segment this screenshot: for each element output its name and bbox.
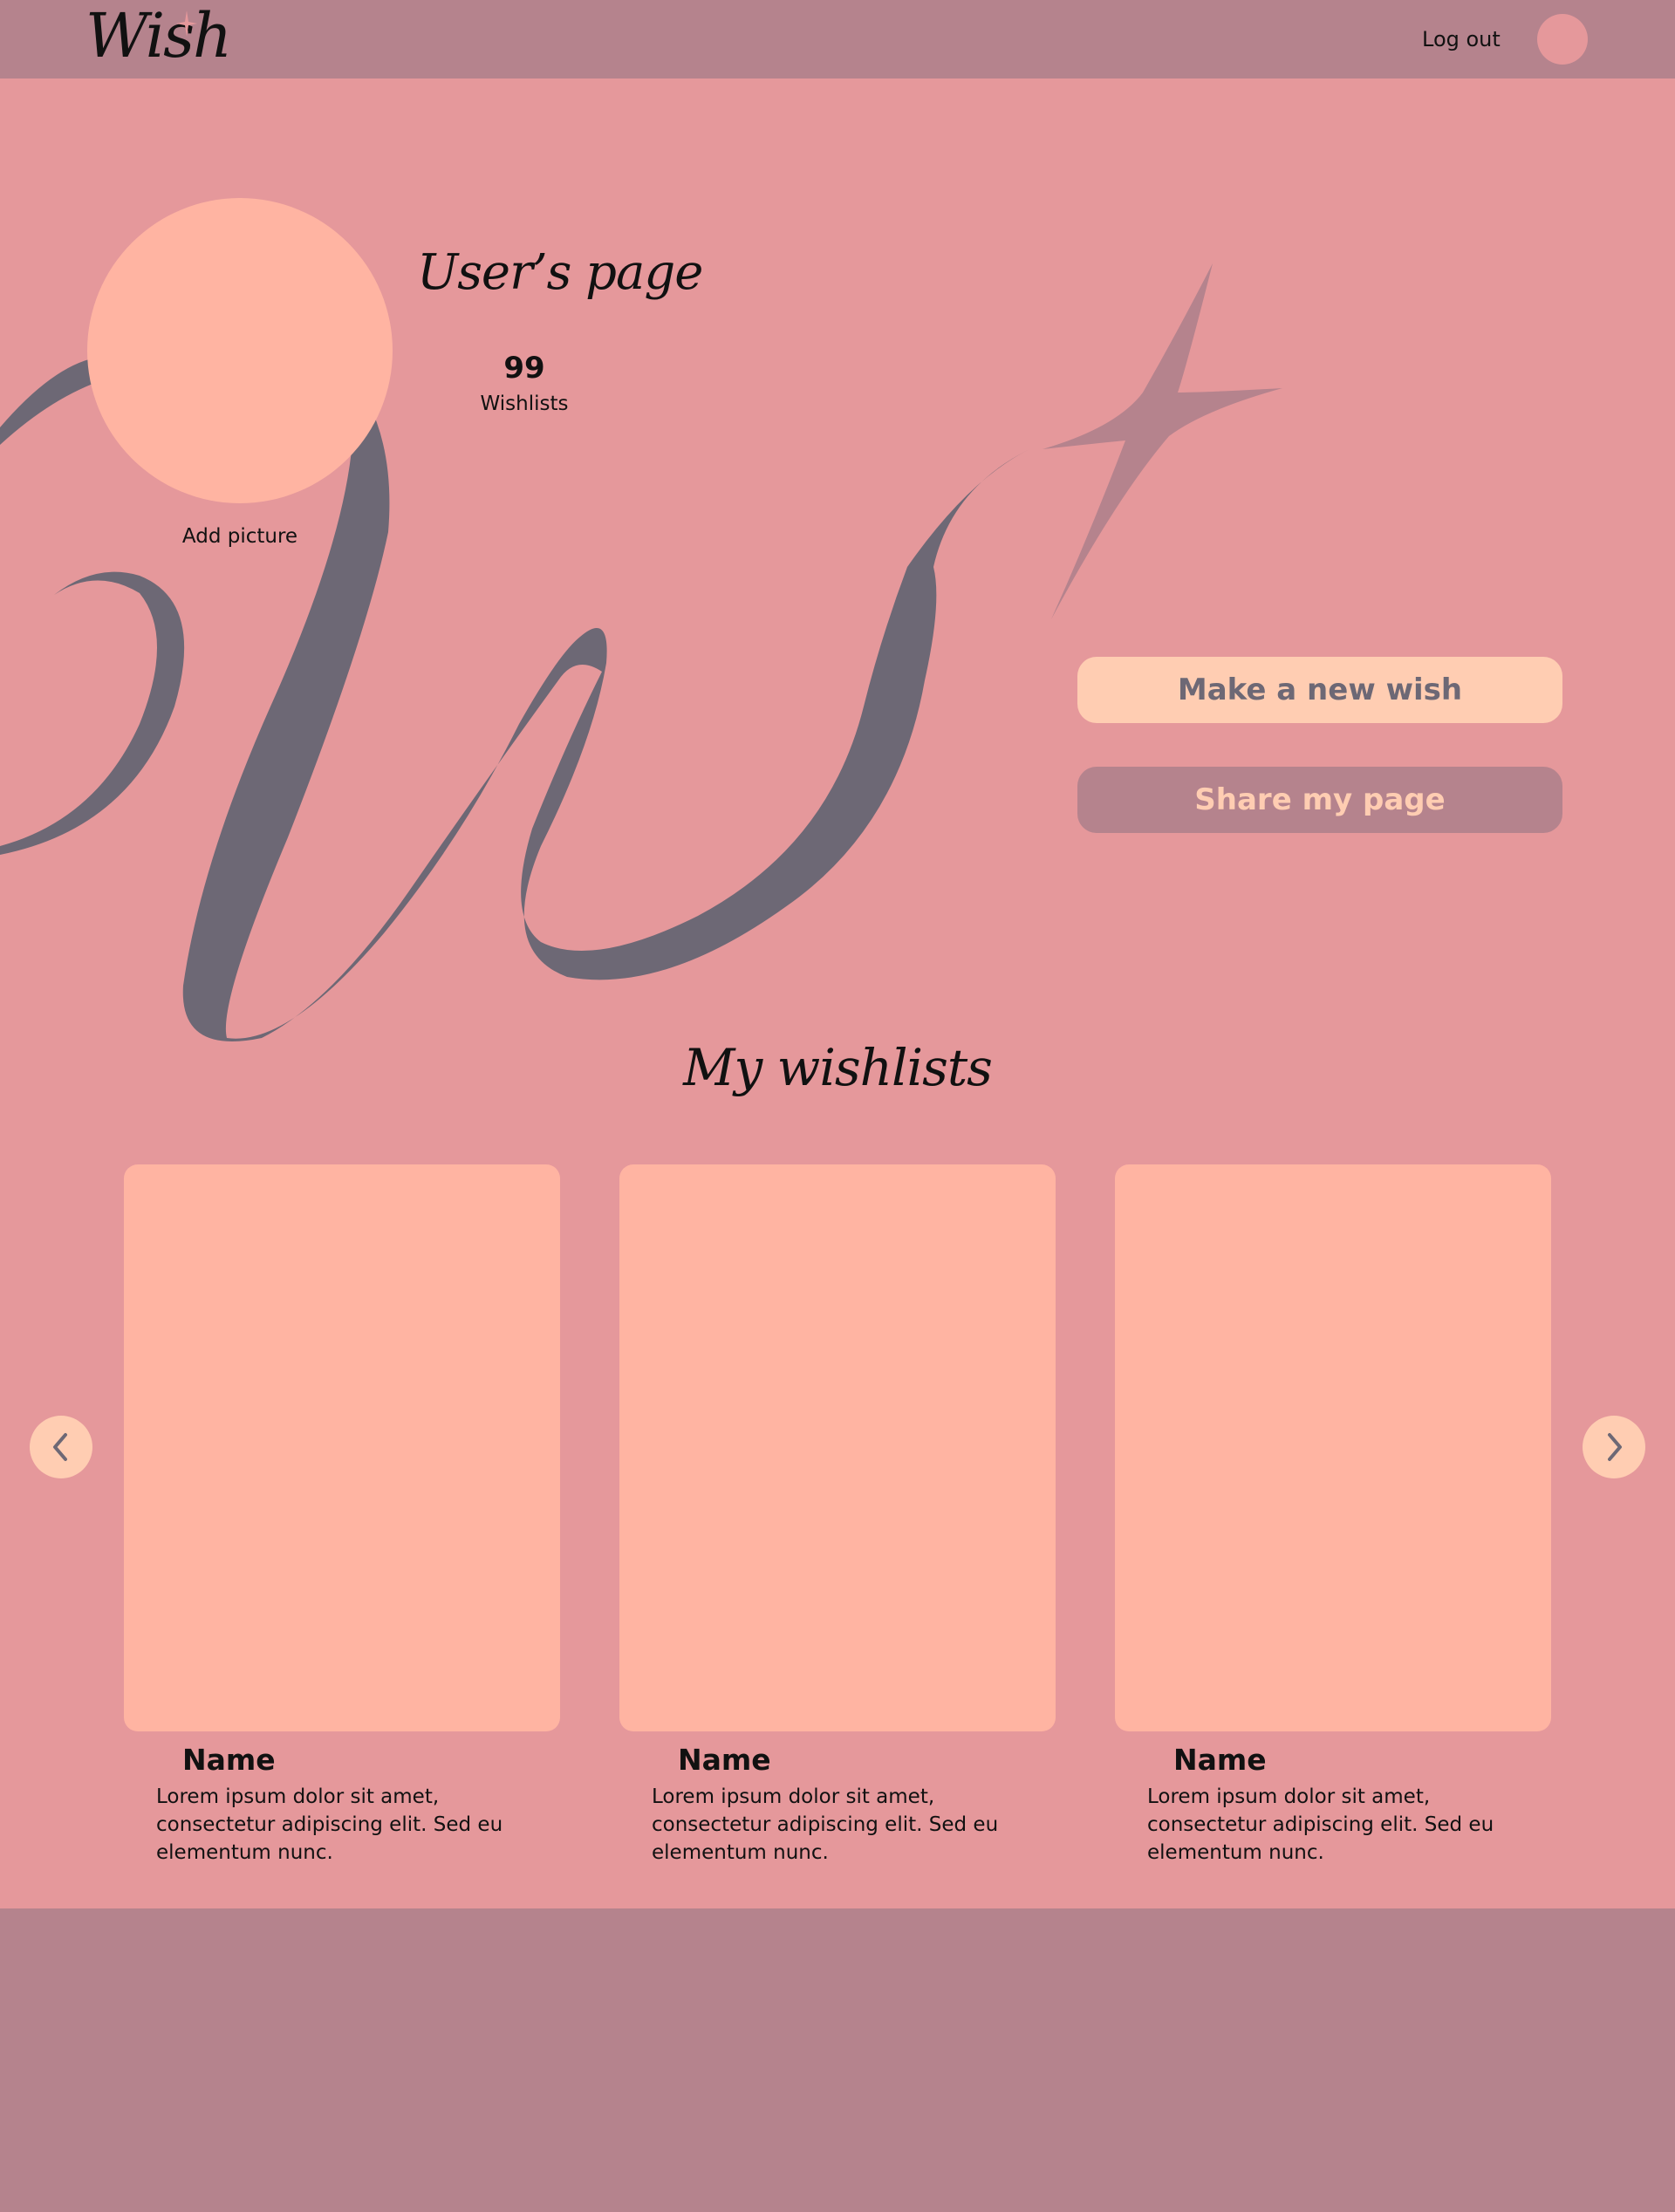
top-bar: Wish Log out <box>0 0 1675 79</box>
carousel-prev-button[interactable] <box>30 1416 92 1478</box>
wishlist-card-name: Name <box>1173 1743 1267 1777</box>
add-picture-link[interactable]: Add picture <box>87 525 393 548</box>
page: Wish Log out Add picture User’s page 99 … <box>0 0 1675 2212</box>
wishlist-card-description: Lorem ipsum dolor sit amet, consectetur … <box>156 1785 503 1864</box>
logo[interactable]: Wish <box>85 0 232 72</box>
wishlist-card-description: Lorem ipsum dolor sit amet, consectetur … <box>652 1785 999 1864</box>
make-new-wish-button[interactable]: Make a new wish <box>1077 657 1562 723</box>
page-title: User’s page <box>417 244 703 301</box>
footer <box>0 1908 1675 2212</box>
chevron-right-icon <box>1608 1433 1622 1461</box>
main-content: Add picture User’s page 99 Wishlists Mak… <box>0 79 1675 1908</box>
chevron-left-icon <box>53 1433 67 1461</box>
wishlist-card-name: Name <box>678 1743 771 1777</box>
sparkle-icon <box>176 10 197 37</box>
wishlist-count-label: Wishlists <box>480 393 569 415</box>
wishlist-card[interactable] <box>619 1164 1056 1731</box>
wishlist-card-name: Name <box>182 1743 276 1777</box>
wishlist-card-description: Lorem ipsum dolor sit amet, consectetur … <box>1147 1785 1494 1864</box>
share-page-button[interactable]: Share my page <box>1077 767 1562 833</box>
carousel-next-button[interactable] <box>1583 1416 1645 1478</box>
wishlists-section-title: My wishlists <box>683 1038 993 1097</box>
wishlist-card[interactable] <box>124 1164 560 1731</box>
logout-link[interactable]: Log out <box>1422 27 1501 51</box>
wishlist-card[interactable] <box>1115 1164 1551 1731</box>
user-avatar[interactable] <box>1537 14 1588 65</box>
wishlist-count: 99 <box>503 351 545 386</box>
profile-picture[interactable] <box>87 198 393 503</box>
